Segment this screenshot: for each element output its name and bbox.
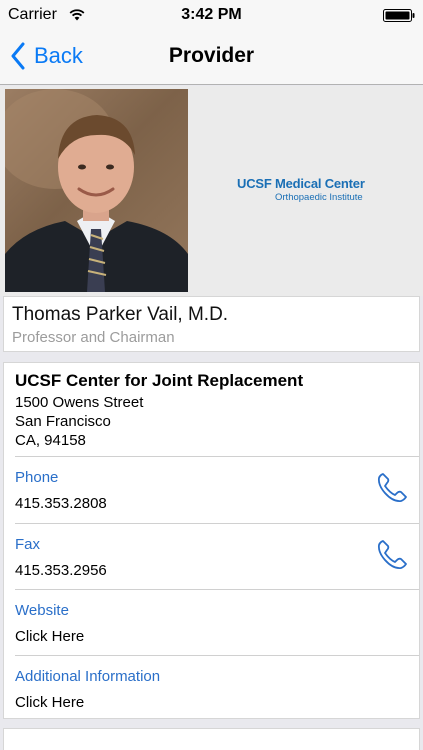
phone-call-icon[interactable]	[375, 471, 409, 505]
status-time: 3:42 PM	[181, 6, 242, 23]
additional-info-row[interactable]: Additional Information Click Here	[4, 656, 421, 722]
provider-details-card: UCSF Center for Joint Replacement 1500 O…	[3, 362, 420, 719]
additional-info-link[interactable]: Click Here	[15, 694, 84, 711]
provider-photo	[5, 89, 188, 292]
address-street: 1500 Owens Street	[15, 394, 144, 411]
phone-call-icon[interactable]	[375, 538, 409, 572]
fax-label: Fax	[15, 536, 41, 553]
website-row[interactable]: Website Click Here	[4, 590, 421, 656]
phone-label: Phone	[15, 469, 59, 486]
website-link[interactable]: Click Here	[15, 628, 84, 645]
battery-icon	[383, 9, 415, 22]
provider-name: Thomas Parker Vail, M.D.	[12, 304, 229, 325]
phone-row[interactable]: Phone 415.353.2808	[4, 457, 421, 523]
provider-title: Professor and Chairman	[12, 329, 175, 346]
page-title: Provider	[168, 44, 255, 67]
next-card-edge	[3, 728, 420, 750]
phone-number: 415.353.2808	[15, 495, 107, 512]
provider-name-card: Thomas Parker Vail, M.D. Professor and C…	[3, 296, 420, 352]
fax-row[interactable]: Fax 415.353.2956	[4, 524, 421, 590]
navigation-bar: Back Provider	[0, 30, 423, 85]
fax-number: 415.353.2956	[15, 562, 107, 579]
status-bar: Carrier 3:42 PM	[0, 0, 423, 30]
logo-sub-text: Orthopaedic Institute	[275, 192, 363, 203]
website-label: Website	[15, 602, 69, 619]
ucsf-logo: UCSF Medical Center Orthopaedic Institut…	[237, 176, 387, 208]
address-city: San Francisco	[15, 413, 111, 430]
portrait-illustration	[5, 89, 188, 292]
additional-info-label: Additional Information	[15, 668, 161, 685]
logo-main-text: UCSF Medical Center	[237, 176, 365, 191]
address-state-zip: CA, 94158	[15, 432, 86, 449]
clinic-name: UCSF Center for Joint Replacement	[15, 371, 304, 390]
